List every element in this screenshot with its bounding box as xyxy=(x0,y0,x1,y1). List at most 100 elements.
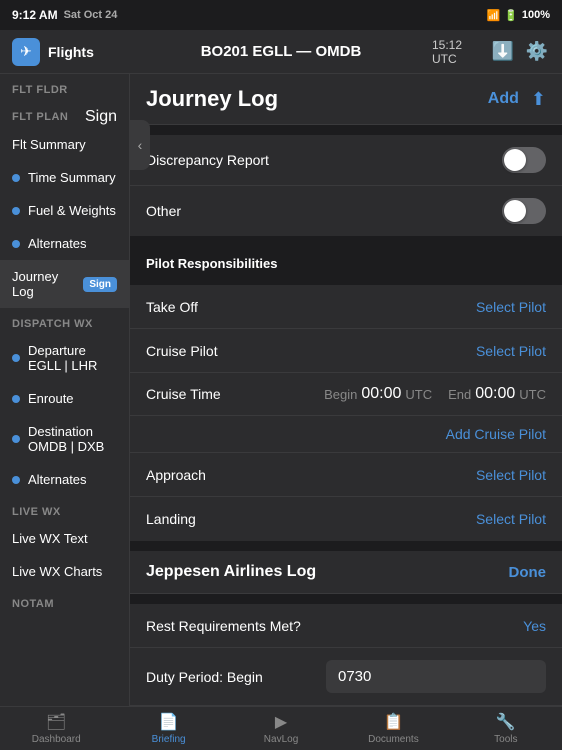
battery-percent: 100% xyxy=(522,9,550,21)
add-button[interactable]: Add xyxy=(488,90,519,108)
rest-requirements-row: Rest Requirements Met? Yes xyxy=(130,604,562,648)
time-summary-dot xyxy=(12,174,20,182)
status-bar: 9:12 AM Sat Oct 24 📶 🔋 100% xyxy=(0,0,562,30)
cruise-utc-1: UTC xyxy=(405,387,432,402)
discrepancy-toggle-knob xyxy=(504,149,526,171)
sidebar-item-alternates-1[interactable]: Alternates xyxy=(0,227,129,260)
cruise-pilot-row: Cruise Pilot Select Pilot xyxy=(130,329,562,373)
page-header-actions: Add ⬆ xyxy=(488,89,546,110)
sidebar-section-notam: NOTAM xyxy=(0,588,129,614)
tab-dashboard[interactable]: 🗂 Dashboard xyxy=(0,708,112,749)
sidebar-item-destination[interactable]: Destination OMDB | DXB xyxy=(0,415,129,463)
departure-dot xyxy=(12,354,20,362)
jeppesen-title: Jeppesen Airlines Log xyxy=(146,563,316,581)
tab-navlog[interactable]: ▶ NavLog xyxy=(225,708,337,749)
sidebar-item-time-summary[interactable]: Time Summary xyxy=(0,161,129,194)
sidebar-section-dispatch-wx: DISPATCH WX xyxy=(0,308,129,334)
cruise-end-time[interactable]: 00:00 xyxy=(475,385,515,403)
status-icons: 📶 🔋 100% xyxy=(486,9,550,22)
pilot-responsibilities-header: Pilot Responsibilities xyxy=(130,246,562,275)
tools-label: Tools xyxy=(494,734,517,745)
utc-time: 15:12 UTC xyxy=(432,38,482,66)
sidebar-item-live-wx-text[interactable]: Live WX Text xyxy=(0,522,129,555)
alternates-1-label: Alternates xyxy=(28,236,87,251)
discrepancy-report-label: Discrepancy Report xyxy=(146,152,502,168)
pilot-responsibilities-section: Take Off Select Pilot Cruise Pilot Selec… xyxy=(130,285,562,541)
take-off-label: Take Off xyxy=(146,299,476,315)
tab-briefing[interactable]: 📄 Briefing xyxy=(112,708,224,749)
sidebar-item-fuel-weights[interactable]: Fuel & Weights xyxy=(0,194,129,227)
tab-tools[interactable]: 🔧 Tools xyxy=(450,708,562,749)
fuel-weights-dot xyxy=(12,207,20,215)
wifi-icon: 📶 xyxy=(486,9,500,22)
battery-icon: 🔋 xyxy=(504,9,518,22)
cruise-time-end-group: End 00:00 UTC xyxy=(448,385,546,403)
cruise-time-label: Cruise Time xyxy=(146,386,221,402)
cruise-pilot-label: Cruise Pilot xyxy=(146,343,476,359)
main-layout: FLT FLDR FLT PLAN Sign Flt Summary Time … xyxy=(0,74,562,706)
discrepancy-report-toggle[interactable] xyxy=(502,147,546,173)
duty-period-begin-row: Duty Period: Begin xyxy=(130,648,562,706)
approach-row: Approach Select Pilot xyxy=(130,453,562,497)
cruise-end-label: End xyxy=(448,387,471,402)
add-cruise-pilot-button[interactable]: Add Cruise Pilot xyxy=(446,426,546,442)
landing-label: Landing xyxy=(146,511,476,527)
duty-period-begin-input[interactable] xyxy=(326,660,546,693)
landing-select[interactable]: Select Pilot xyxy=(476,511,546,527)
sidebar: FLT FLDR FLT PLAN Sign Flt Summary Time … xyxy=(0,74,130,706)
share-icon[interactable]: ⬆ xyxy=(531,89,546,110)
cruise-time-begin-group: Begin 00:00 UTC xyxy=(324,385,432,403)
cruise-time-row: Cruise Time Begin 00:00 UTC End 00:00 UT… xyxy=(130,373,562,416)
page-header: Journey Log Add ⬆ xyxy=(130,74,562,125)
rest-requirements-value[interactable]: Yes xyxy=(523,618,546,634)
sidebar-section-flt-plan: FLT PLAN xyxy=(12,111,68,123)
cruise-begin-label: Begin xyxy=(324,387,357,402)
time-summary-label: Time Summary xyxy=(28,170,116,185)
documents-label: Documents xyxy=(368,734,419,745)
tab-documents[interactable]: 📋 Documents xyxy=(337,708,449,749)
destination-dot xyxy=(12,435,20,443)
other-row: Other xyxy=(130,186,562,236)
dashboard-label: Dashboard xyxy=(32,734,81,745)
flt-summary-label: Flt Summary xyxy=(12,137,86,152)
approach-label: Approach xyxy=(146,467,476,483)
logo-area[interactable]: ✈ Flights xyxy=(0,38,130,66)
destination-label: Destination OMDB | DXB xyxy=(28,424,117,454)
right-icons: 15:12 UTC ⬇️ ⚙️ xyxy=(432,37,562,67)
take-off-select[interactable]: Select Pilot xyxy=(476,299,546,315)
download-button[interactable]: ⬇️ xyxy=(490,37,516,67)
enroute-label: Enroute xyxy=(28,391,74,406)
sidebar-item-departure[interactable]: Departure EGLL | LHR xyxy=(0,334,129,382)
sidebar-item-alternates-2[interactable]: Alternates xyxy=(0,463,129,496)
app-logo: ✈ xyxy=(12,38,40,66)
status-date: Sat Oct 24 xyxy=(64,9,118,21)
page-title: Journey Log xyxy=(146,86,278,112)
settings-button[interactable]: ⚙️ xyxy=(524,37,550,67)
journey-log-label: Journey Log xyxy=(12,269,83,299)
take-off-row: Take Off Select Pilot xyxy=(130,285,562,329)
tools-icon: 🔧 xyxy=(496,712,516,732)
sidebar-item-journey-log[interactable]: Journey Log Sign xyxy=(0,260,129,308)
enroute-dot xyxy=(12,395,20,403)
sidebar-collapse-handle[interactable]: ‹ xyxy=(130,120,150,170)
alternates-2-dot xyxy=(12,476,20,484)
landing-row: Landing Select Pilot xyxy=(130,497,562,541)
documents-icon: 📋 xyxy=(383,712,403,732)
alternates-1-dot xyxy=(12,240,20,248)
sidebar-item-flt-summary[interactable]: Flt Summary xyxy=(0,128,129,161)
sidebar-item-enroute[interactable]: Enroute xyxy=(0,382,129,415)
journey-log-sign-badge: Sign xyxy=(83,277,117,292)
alternates-2-label: Alternates xyxy=(28,472,87,487)
approach-select[interactable]: Select Pilot xyxy=(476,467,546,483)
top-nav: ✈ Flights BO201 EGLL — OMDB 15:12 UTC ⬇️… xyxy=(0,30,562,74)
other-toggle[interactable] xyxy=(502,198,546,224)
cruise-pilot-select[interactable]: Select Pilot xyxy=(476,343,546,359)
sidebar-item-live-wx-charts[interactable]: Live WX Charts xyxy=(0,555,129,588)
bottom-tab-bar: 🗂 Dashboard 📄 Briefing ▶ NavLog 📋 Docume… xyxy=(0,706,562,750)
sidebar-section-live-wx: LIVE WX xyxy=(0,496,129,522)
cruise-begin-time[interactable]: 00:00 xyxy=(361,385,401,403)
jeppesen-done-button[interactable]: Done xyxy=(509,564,547,581)
main-content: Journey Log Add ⬆ Discrepancy Report Oth… xyxy=(130,74,562,706)
duty-period-begin-label: Duty Period: Begin xyxy=(146,669,326,685)
departure-label: Departure EGLL | LHR xyxy=(28,343,117,373)
